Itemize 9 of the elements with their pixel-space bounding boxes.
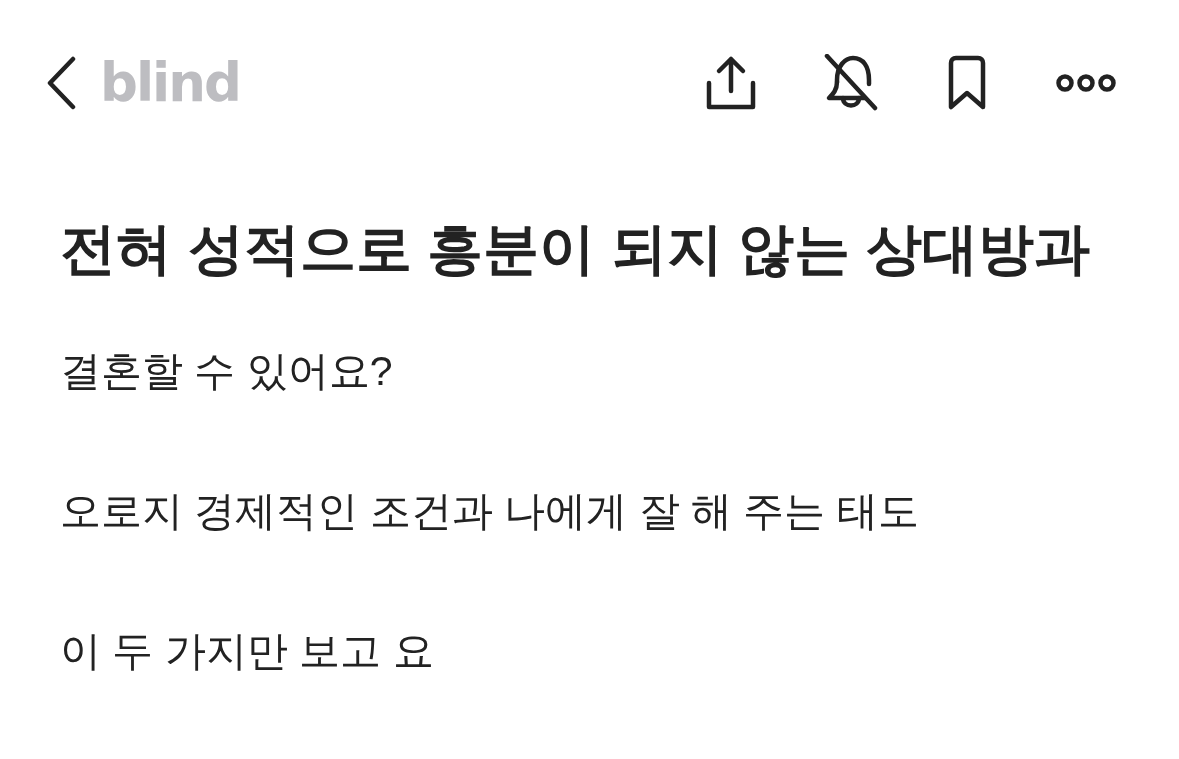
blind-logo: blind <box>100 52 240 114</box>
share-icon[interactable] <box>705 55 757 111</box>
more-icon[interactable] <box>1055 73 1117 93</box>
bell-off-icon[interactable] <box>823 54 879 112</box>
post-paragraph: 결혼할 수 있어요? <box>60 347 394 396</box>
post-title: 전혀 성적으로 흥분이 되지 않는 상대방과 <box>60 216 1091 282</box>
back-icon[interactable] <box>46 56 76 110</box>
post-paragraph: 이 두 가지만 보고 요 <box>60 627 435 676</box>
post-paragraph: 오로지 경제적인 조건과 나에게 잘 해 주는 태도 <box>60 487 920 536</box>
